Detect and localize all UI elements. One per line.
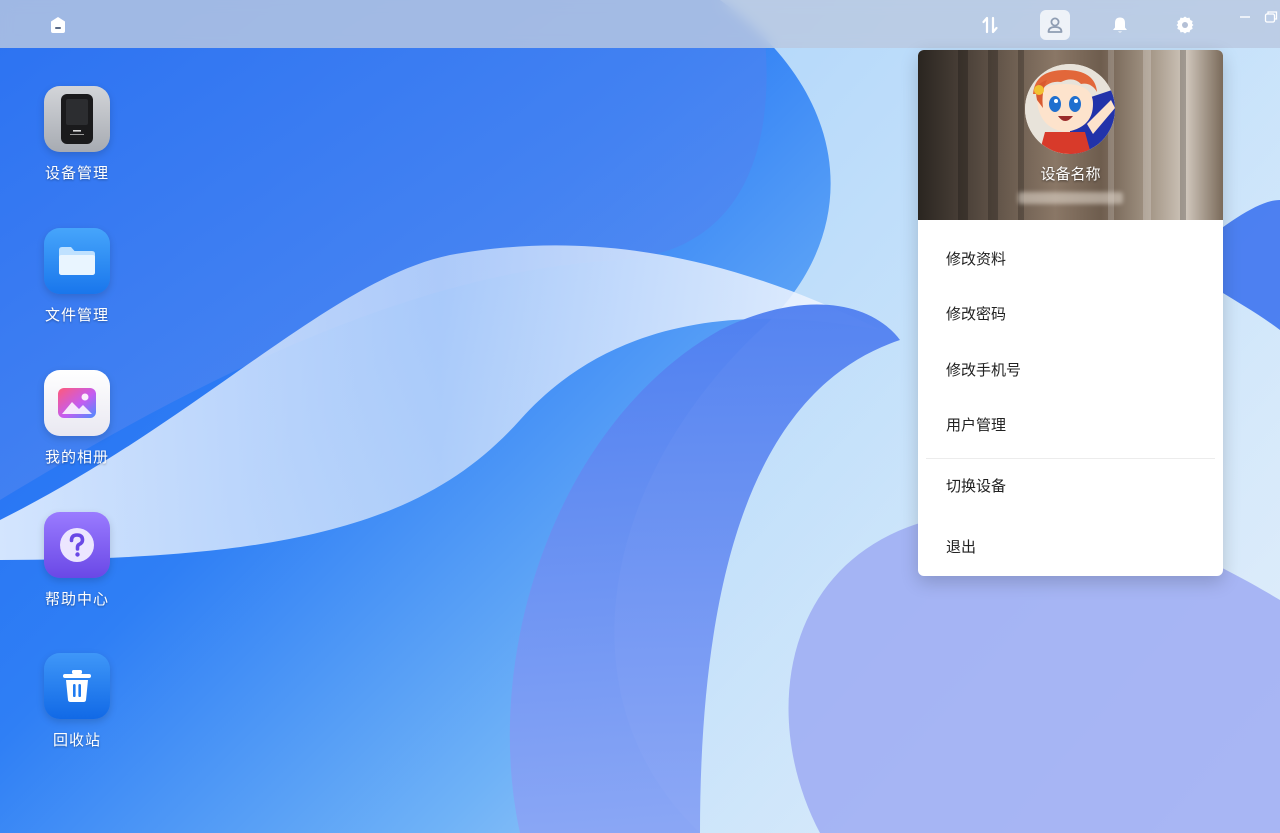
desktop-item-photo-album[interactable]: 我的相册	[32, 370, 122, 467]
menu-item-edit-profile[interactable]: 修改资料	[918, 236, 1223, 280]
desktop-item-label: 我的相册	[44, 448, 109, 466]
menu-divider	[926, 458, 1215, 459]
desktop-item-label: 文件管理	[44, 306, 109, 324]
desktop-item-device-manager[interactable]: 设备管理	[32, 86, 122, 183]
desktop-item-file-manager[interactable]: 文件管理	[32, 228, 122, 325]
top-bar	[0, 0, 1280, 48]
photo-icon	[44, 370, 110, 436]
transfer-icon[interactable]	[975, 10, 1005, 40]
minimize-icon[interactable]	[1236, 8, 1254, 26]
menu-item-user-management[interactable]: 用户管理	[918, 402, 1223, 446]
device-id-redacted	[1018, 192, 1123, 204]
menu-item-switch-device[interactable]: 切换设备	[918, 463, 1223, 507]
bell-icon[interactable]	[1105, 10, 1135, 40]
gear-icon[interactable]	[1170, 10, 1200, 40]
user-dropdown-menu: 设备名称 修改资料 修改密码 修改手机号 用户管理 切换设备 退出	[918, 50, 1223, 576]
desktop-item-label: 设备管理	[44, 164, 109, 182]
device-icon	[44, 86, 110, 152]
desktop-item-label: 帮助中心	[44, 590, 109, 608]
menu-item-change-password[interactable]: 修改密码	[918, 291, 1223, 335]
device-name: 设备名称	[1040, 165, 1101, 183]
avatar[interactable]	[1025, 64, 1115, 154]
folder-icon	[44, 228, 110, 294]
profile-header: 设备名称	[918, 50, 1223, 220]
desktop-item-help-center[interactable]: 帮助中心	[32, 512, 122, 609]
trash-icon	[44, 653, 110, 719]
help-icon	[44, 512, 110, 578]
restore-icon[interactable]	[1262, 8, 1280, 26]
menu-item-change-phone[interactable]: 修改手机号	[918, 347, 1223, 391]
user-icon[interactable]	[1040, 10, 1070, 40]
menu-item-logout[interactable]: 退出	[918, 524, 1223, 568]
desktop-item-recycle-bin[interactable]: 回收站	[32, 653, 122, 750]
home-icon[interactable]	[43, 10, 73, 40]
desktop-item-label: 回收站	[52, 731, 101, 749]
